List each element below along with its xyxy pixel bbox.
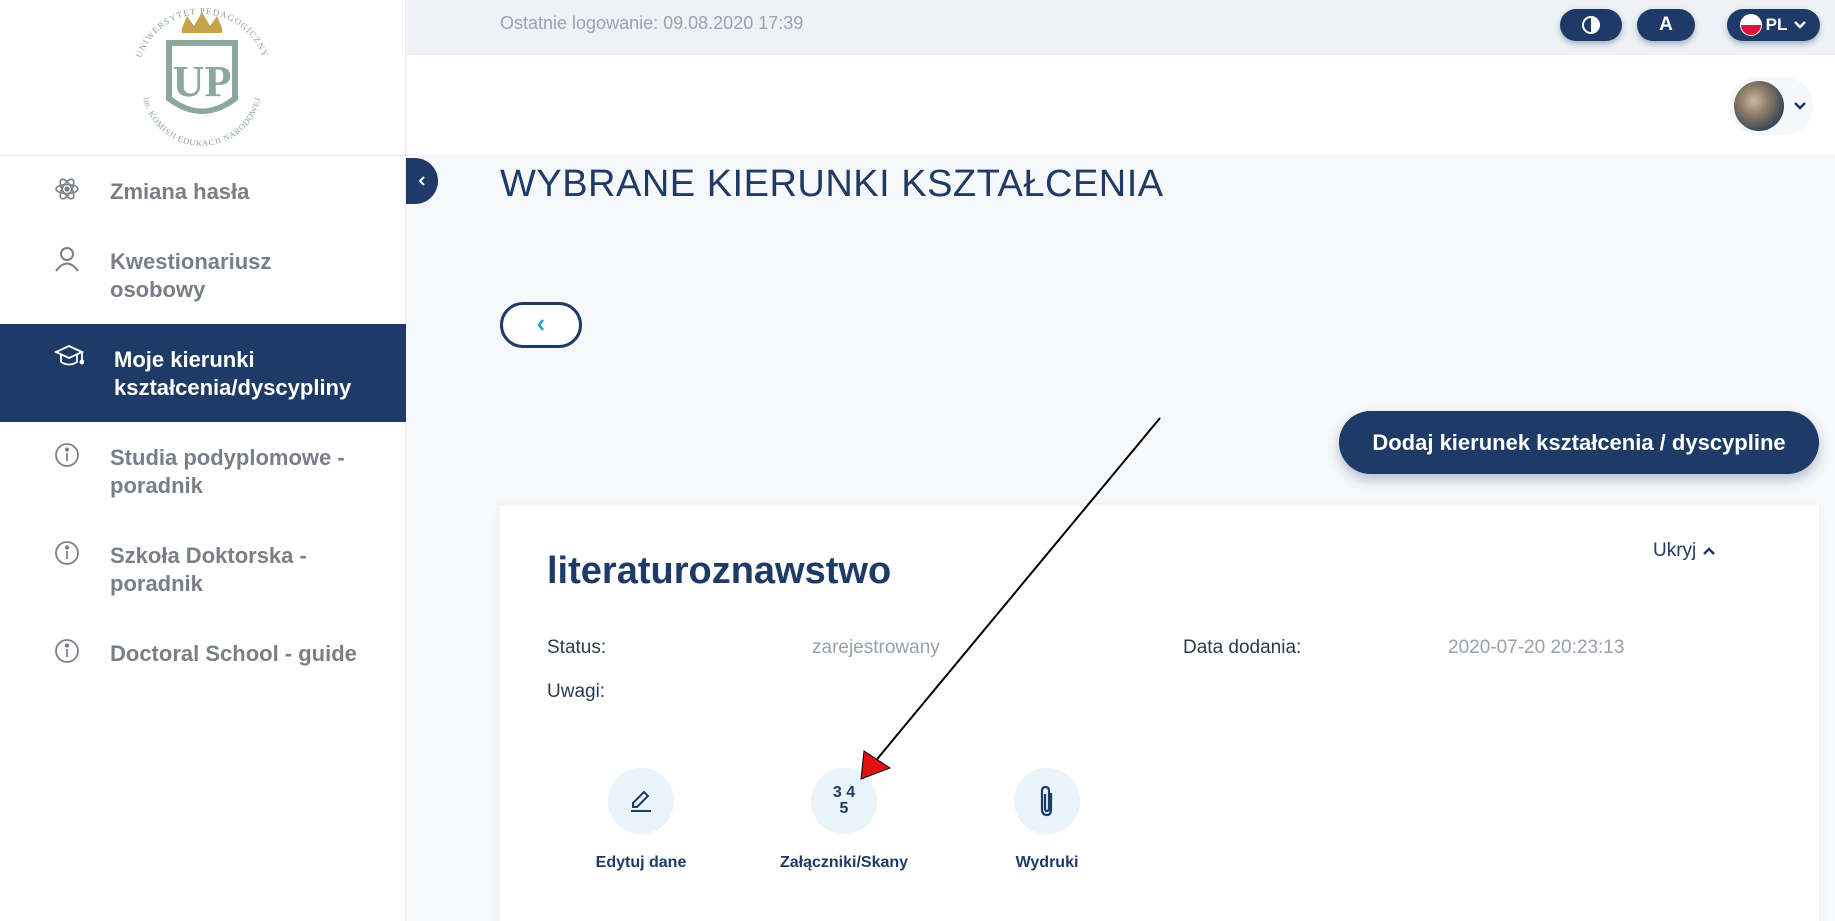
notes-label: Uwagi:	[547, 681, 606, 702]
sidebar-item-doctoral-school-guide-pl[interactable]: Szkoła Doktorska - poradnik	[0, 520, 406, 618]
contrast-icon	[1582, 16, 1600, 34]
edit-data-label: Edytuj dane	[595, 854, 687, 871]
back-button[interactable]	[500, 302, 582, 348]
atom-icon	[55, 178, 79, 200]
chevron-down-icon	[1794, 21, 1807, 29]
header-bar	[407, 55, 1835, 156]
attachments-button[interactable]: 3 4 5 Załączniki/Skany	[774, 768, 914, 872]
program-card: literaturoznawstwo Ukryj Status: zarejes…	[500, 505, 1819, 921]
last-login-value: 09.08.2020 17:39	[663, 13, 804, 33]
hide-toggle-label: Ukryj	[1653, 540, 1697, 561]
info-icon	[55, 639, 79, 663]
attachments-label: Załączniki/Skany	[779, 854, 909, 871]
contrast-toggle-button[interactable]	[1560, 9, 1622, 41]
hide-toggle[interactable]: Ukryj	[1653, 540, 1716, 562]
language-code: PL	[1765, 15, 1788, 34]
graduation-cap-icon	[54, 345, 84, 366]
paperclip-icon	[1040, 785, 1053, 817]
sidebar-item-label: Szkoła Doktorska - poradnik	[110, 543, 307, 596]
person-icon	[55, 247, 79, 272]
status-label: Status:	[547, 637, 607, 658]
last-login-label: Ostatnie logowanie:	[500, 13, 659, 33]
attachments-icon-bottom: 5	[839, 800, 849, 817]
status-value: zarejestrowany	[812, 637, 940, 658]
sidebar-collapse-button[interactable]	[406, 158, 438, 204]
chevron-left-icon	[537, 319, 545, 331]
pencil-icon	[631, 790, 651, 812]
chevron-down-icon	[1794, 102, 1806, 110]
sidebar-item-personal-questionnaire[interactable]: Kwestionariusz osobowy	[0, 226, 406, 324]
sidebar-item-label: Zmiana hasła	[110, 179, 250, 204]
date-added-label: Data dodania:	[1183, 637, 1302, 658]
sidebar: UNIWERSYTET PEDAGOGICZNY im. KOMISJI EDU…	[0, 0, 406, 921]
date-added-value: 2020-07-20 20:23:13	[1448, 637, 1625, 658]
attachments-icon: 3 4 5	[811, 768, 877, 834]
sidebar-nav: Zmiana hasła Kwestionariusz osobowy Moje…	[0, 156, 406, 688]
prints-button[interactable]: Wydruki	[977, 768, 1117, 872]
top-bar: Ostatnie logowanie: 09.08.2020 17:39 A P…	[407, 0, 1835, 55]
sidebar-item-postgraduate-guide[interactable]: Studia podyplomowe - poradnik	[0, 422, 406, 520]
poland-flag-icon	[1739, 14, 1762, 36]
prints-label: Wydruki	[1015, 854, 1079, 871]
avatar	[1734, 81, 1784, 131]
sidebar-item-label: Doctoral School - guide	[110, 641, 357, 666]
sidebar-item-my-programs[interactable]: Moje kierunki kształcenia/dyscypliny	[0, 324, 406, 422]
font-size-button[interactable]: A	[1637, 9, 1695, 41]
chevron-up-icon	[1703, 547, 1716, 555]
info-icon	[55, 443, 79, 467]
sidebar-item-label: Kwestionariusz osobowy	[110, 249, 272, 302]
program-title: literaturoznawstwo	[547, 550, 892, 592]
sidebar-item-label: Studia podyplomowe - poradnik	[110, 445, 345, 498]
edit-icon-circle	[608, 768, 674, 834]
attachments-icon-top: 3 4	[832, 784, 856, 801]
university-logo[interactable]: UNIWERSYTET PEDAGOGICZNY im. KOMISJI EDU…	[124, 0, 280, 156]
chevron-left-icon	[418, 176, 425, 186]
info-icon	[55, 541, 79, 565]
user-menu[interactable]	[1729, 77, 1813, 135]
logo-area: UNIWERSYTET PEDAGOGICZNY im. KOMISJI EDU…	[0, 0, 405, 156]
sidebar-item-doctoral-school-guide-en[interactable]: Doctoral School - guide	[0, 618, 406, 688]
page-title: WYBRANE KIERUNKI KSZTAŁCENIA	[500, 163, 1164, 205]
sidebar-item-password-change[interactable]: Zmiana hasła	[0, 156, 406, 226]
language-select[interactable]: PL	[1727, 9, 1820, 41]
last-login: Ostatnie logowanie: 09.08.2020 17:39	[500, 13, 803, 34]
sidebar-item-label: Moje kierunki kształcenia/dyscypliny	[114, 347, 352, 400]
add-program-button[interactable]: Dodaj kierunek kształcenia / dyscypline	[1339, 411, 1819, 474]
logo-letters: UP	[173, 57, 232, 106]
edit-data-button[interactable]: Edytuj dane	[571, 768, 711, 872]
prints-icon-circle	[1014, 768, 1080, 834]
